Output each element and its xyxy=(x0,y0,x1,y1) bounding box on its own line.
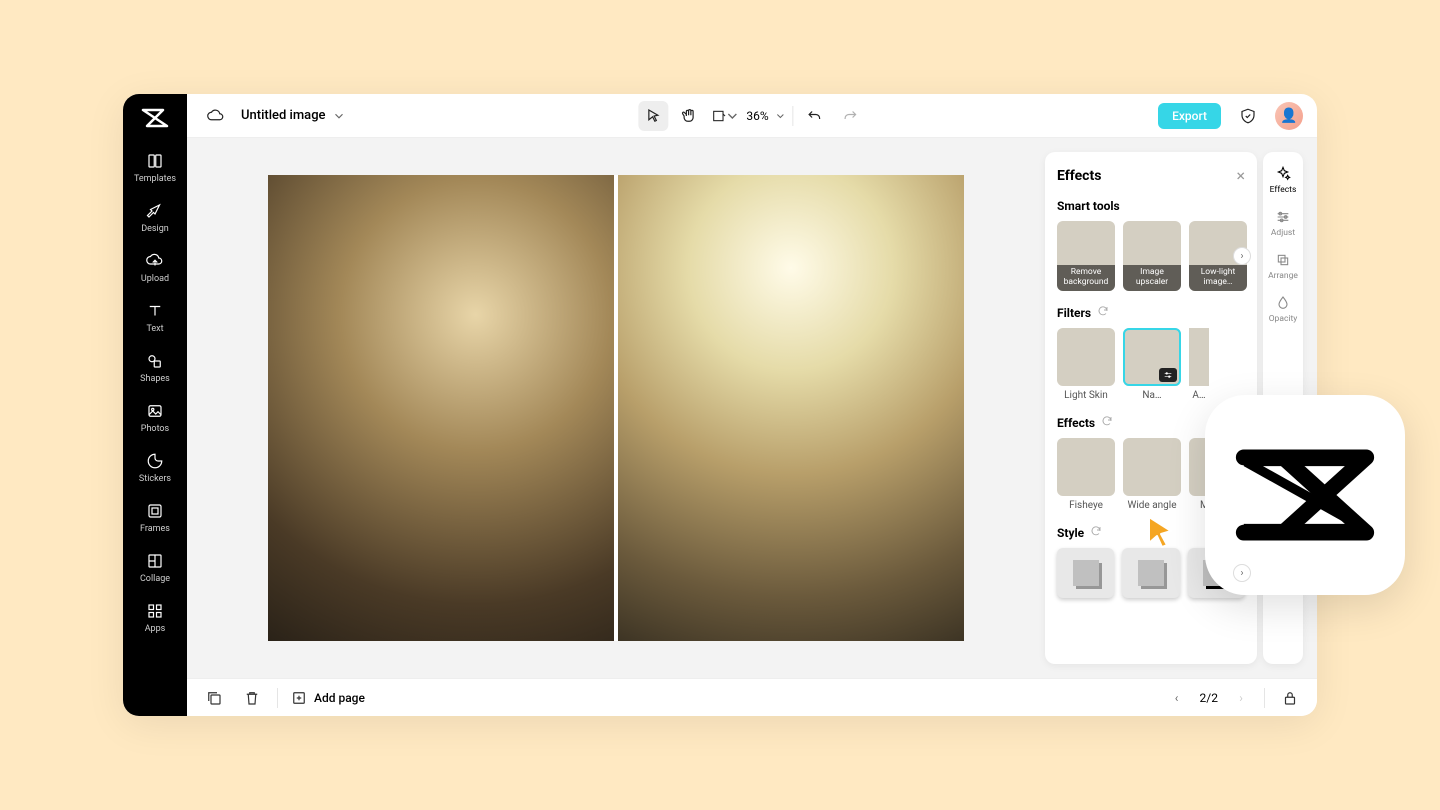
title-text: Untitled image xyxy=(241,108,326,123)
undo-button[interactable] xyxy=(800,101,830,131)
apps-icon xyxy=(146,602,164,620)
export-button[interactable]: Export xyxy=(1158,103,1221,129)
lock-button[interactable] xyxy=(1277,685,1303,711)
sidebar-item-design[interactable]: Design xyxy=(123,202,187,234)
stickers-icon xyxy=(146,452,164,470)
panel-title: Effects × xyxy=(1057,166,1245,185)
sidebar-item-text[interactable]: Text xyxy=(123,302,187,334)
sidebar-label: Photos xyxy=(141,424,169,434)
main-area: Untitled image 36% Export 👤 xyxy=(187,94,1317,716)
crop-tool-button[interactable] xyxy=(710,101,740,131)
canvas[interactable] xyxy=(268,175,964,641)
sidebar-label: Templates xyxy=(134,174,176,184)
separator xyxy=(1264,688,1265,708)
design-icon xyxy=(146,202,164,220)
sidebar-item-frames[interactable]: Frames xyxy=(123,502,187,534)
delete-button[interactable] xyxy=(239,685,265,711)
arrange-icon xyxy=(1275,252,1291,268)
scroll-right-button[interactable]: › xyxy=(1233,247,1251,265)
add-page-button[interactable]: Add page xyxy=(290,689,365,707)
side-tab-arrange[interactable]: Arrange xyxy=(1263,252,1303,281)
filter-natural[interactable]: Na… xyxy=(1123,328,1181,401)
frames-icon xyxy=(146,502,164,520)
side-tab-effects[interactable]: Effects xyxy=(1263,166,1303,195)
workspace: Effects × Smart tools Remove background … xyxy=(187,138,1317,678)
redo-button[interactable] xyxy=(836,101,866,131)
duplicate-button[interactable] xyxy=(201,685,227,711)
scroll-right-button[interactable]: › xyxy=(1233,564,1251,582)
chevron-down-icon xyxy=(332,109,346,123)
document-title[interactable]: Untitled image xyxy=(241,108,346,123)
user-avatar[interactable]: 👤 xyxy=(1275,102,1303,130)
smart-tools-heading: Smart tools xyxy=(1057,199,1245,213)
sidebar-label: Shapes xyxy=(140,374,170,384)
sidebar-item-photos[interactable]: Photos xyxy=(123,402,187,434)
shapes-icon xyxy=(146,352,164,370)
sidebar-item-upload[interactable]: Upload xyxy=(123,252,187,284)
cursor-overlay-icon xyxy=(1145,515,1175,549)
sidebar-item-templates[interactable]: Templates xyxy=(123,152,187,184)
cloud-sync-icon[interactable] xyxy=(201,101,231,131)
zoom-value: 36% xyxy=(746,109,768,123)
style-option-2[interactable] xyxy=(1122,548,1179,598)
sidebar-label: Text xyxy=(146,324,163,334)
separator xyxy=(793,106,794,126)
effect-wide-angle[interactable]: Wide angle xyxy=(1123,438,1181,511)
sidebar-item-stickers[interactable]: Stickers xyxy=(123,452,187,484)
capcut-logo-icon xyxy=(1235,445,1375,545)
chevron-down-icon xyxy=(775,110,787,122)
top-toolbar: Untitled image 36% Export 👤 xyxy=(187,94,1317,138)
hand-tool-button[interactable] xyxy=(674,101,704,131)
templates-icon xyxy=(146,152,164,170)
sidebar-item-shapes[interactable]: Shapes xyxy=(123,352,187,384)
filter-light-skin[interactable]: Light Skin xyxy=(1057,328,1115,401)
canvas-viewport[interactable] xyxy=(187,138,1045,678)
sidebar-label: Collage xyxy=(140,574,170,584)
side-tab-opacity[interactable]: Opacity xyxy=(1263,295,1303,324)
photos-icon xyxy=(146,402,164,420)
app-logo-icon xyxy=(141,108,169,128)
sidebar-label: Frames xyxy=(140,524,170,534)
filters-heading: Filters xyxy=(1057,305,1245,320)
opacity-icon xyxy=(1275,295,1291,311)
sidebar-label: Apps xyxy=(145,624,166,634)
collage-icon xyxy=(146,552,164,570)
filter-more[interactable]: A… xyxy=(1189,328,1209,401)
prev-page-button[interactable]: ‹ xyxy=(1166,687,1188,709)
page-indicator: 2/2 xyxy=(1200,691,1218,705)
refresh-icon[interactable] xyxy=(1097,305,1109,320)
canvas-image-right[interactable] xyxy=(618,175,964,641)
slider-icon xyxy=(1159,368,1177,382)
sidebar-item-apps[interactable]: Apps xyxy=(123,602,187,634)
effects-icon xyxy=(1275,166,1291,182)
smart-tool-image-upscaler[interactable]: Image upscaler xyxy=(1123,221,1181,291)
upload-icon xyxy=(146,252,164,270)
side-tab-adjust[interactable]: Adjust xyxy=(1263,209,1303,238)
refresh-icon[interactable] xyxy=(1090,525,1102,540)
effect-fisheye[interactable]: Fisheye xyxy=(1057,438,1115,511)
capcut-logo-card xyxy=(1205,395,1405,595)
text-icon xyxy=(146,302,164,320)
close-panel-button[interactable]: × xyxy=(1236,166,1245,185)
panel-title-text: Effects xyxy=(1057,168,1101,184)
next-page-button[interactable]: › xyxy=(1230,687,1252,709)
sidebar-label: Stickers xyxy=(139,474,171,484)
left-sidebar: Templates Design Upload Text Shapes Phot… xyxy=(123,94,187,716)
separator xyxy=(277,688,278,708)
bottom-toolbar: Add page ‹ 2/2 › xyxy=(187,678,1317,716)
style-option-1[interactable] xyxy=(1057,548,1114,598)
sidebar-item-collage[interactable]: Collage xyxy=(123,552,187,584)
canvas-image-left[interactable] xyxy=(268,175,614,641)
cursor-tool-button[interactable] xyxy=(638,101,668,131)
smart-tool-remove-background[interactable]: Remove background xyxy=(1057,221,1115,291)
sidebar-label: Design xyxy=(141,224,169,234)
sidebar-label: Upload xyxy=(141,274,169,284)
shield-icon[interactable] xyxy=(1233,101,1263,131)
zoom-level[interactable]: 36% xyxy=(746,109,786,123)
add-page-icon xyxy=(290,689,308,707)
refresh-icon[interactable] xyxy=(1101,415,1113,430)
adjust-icon xyxy=(1275,209,1291,225)
app-window: Templates Design Upload Text Shapes Phot… xyxy=(123,94,1317,716)
